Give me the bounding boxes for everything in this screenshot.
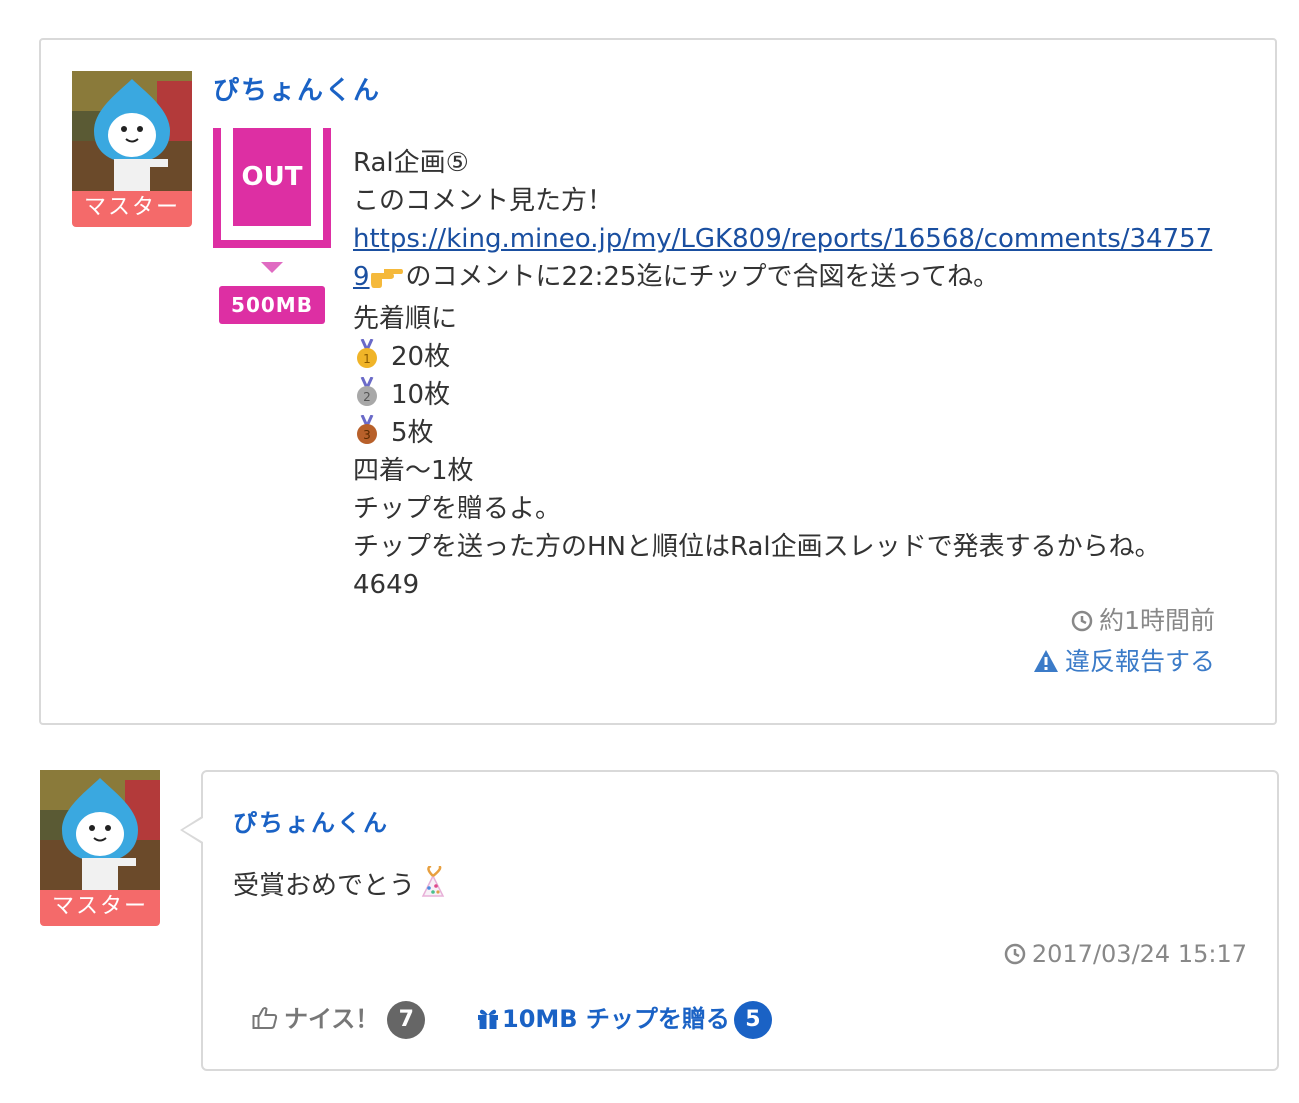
post-time: 約1時間前 — [1099, 606, 1215, 635]
party-popper-icon — [417, 864, 453, 912]
body-line: のコメントに22:25迄にチップで合図を送ってね。 — [405, 262, 1000, 292]
medal-prize: 10枚 — [391, 380, 451, 410]
post-meta: 約1時間前 違反報告する — [1033, 602, 1215, 684]
body-line: 四着〜1枚 — [353, 456, 474, 486]
report-link[interactable]: 違反報告する — [1033, 643, 1215, 684]
out-icon: OUT — [213, 128, 331, 248]
comment-timestamp: 2017/03/24 15:17 — [1031, 940, 1247, 968]
comment-username[interactable]: ぴちょんくん — [233, 803, 389, 838]
tip-amount-badge: 500MB — [219, 286, 325, 324]
comment-message: 受賞おめでとう — [233, 871, 416, 901]
caret-down-icon — [261, 262, 283, 273]
post-body: Ral企画⑤ このコメント見た方！ https://king.mineo.jp/… — [353, 144, 1233, 604]
out-label: OUT — [233, 128, 311, 226]
gift-icon — [476, 1004, 500, 1040]
body-line: チップを贈るよ。 — [353, 494, 562, 524]
clock-icon — [1071, 605, 1093, 643]
body-line: チップを送った方のHNと順位はRal企画スレッドで発表するからね。 — [353, 532, 1161, 562]
medal-prize: 20枚 — [391, 342, 451, 372]
bronze-medal-icon: 3 — [353, 414, 381, 445]
clock-icon — [1004, 943, 1026, 971]
comment-time: 2017/03/24 15:17 — [1004, 940, 1247, 971]
body-line: 先着順に — [353, 304, 458, 334]
body-line: 4649 — [353, 570, 420, 600]
nice-count-badge: 7 — [387, 1001, 426, 1039]
svg-text:3: 3 — [363, 428, 371, 442]
warning-icon — [1033, 646, 1059, 684]
comment-avatar[interactable]: マスター — [40, 770, 160, 926]
thumbs-up-icon — [252, 1004, 278, 1040]
master-badge: マスター — [72, 189, 192, 227]
comment-text: 受賞おめでとう — [233, 864, 453, 912]
nice-label: ナイス！ — [284, 1005, 380, 1033]
silver-medal-icon: 2 — [353, 376, 381, 407]
body-line: このコメント見た方！ — [353, 186, 614, 216]
tip-button[interactable]: 10MB チップを贈る 5 — [476, 1001, 772, 1040]
master-badge: マスター — [40, 888, 160, 926]
medal-prize: 5枚 — [391, 418, 434, 448]
tip-count-badge: 5 — [733, 1001, 772, 1039]
report-label: 違反報告する — [1064, 647, 1215, 676]
pointing-hand-icon — [370, 262, 406, 300]
post-card: マスター ぴちょんくん OUT 500MB Ral企画⑤ このコメント見た方！ … — [39, 38, 1277, 725]
svg-text:2: 2 — [363, 390, 371, 404]
comment-pointer-fill — [183, 818, 203, 842]
nice-button[interactable]: ナイス！ 7 — [252, 1001, 426, 1040]
comment-link[interactable]: https://king.mineo.jp/my/LGK809/reports/… — [353, 224, 1212, 254]
body-line: Ral企画⑤ — [353, 148, 469, 178]
comment-link-cont[interactable]: 9 — [353, 262, 370, 292]
tip-label: 10MB チップを贈る — [502, 1005, 730, 1033]
svg-text:1: 1 — [363, 352, 371, 366]
avatar-image — [40, 770, 160, 890]
gold-medal-icon: 1 — [353, 338, 381, 369]
avatar-image — [72, 71, 192, 191]
user-avatar[interactable]: マスター — [72, 71, 192, 227]
post-username[interactable]: ぴちょんくん — [213, 70, 381, 107]
